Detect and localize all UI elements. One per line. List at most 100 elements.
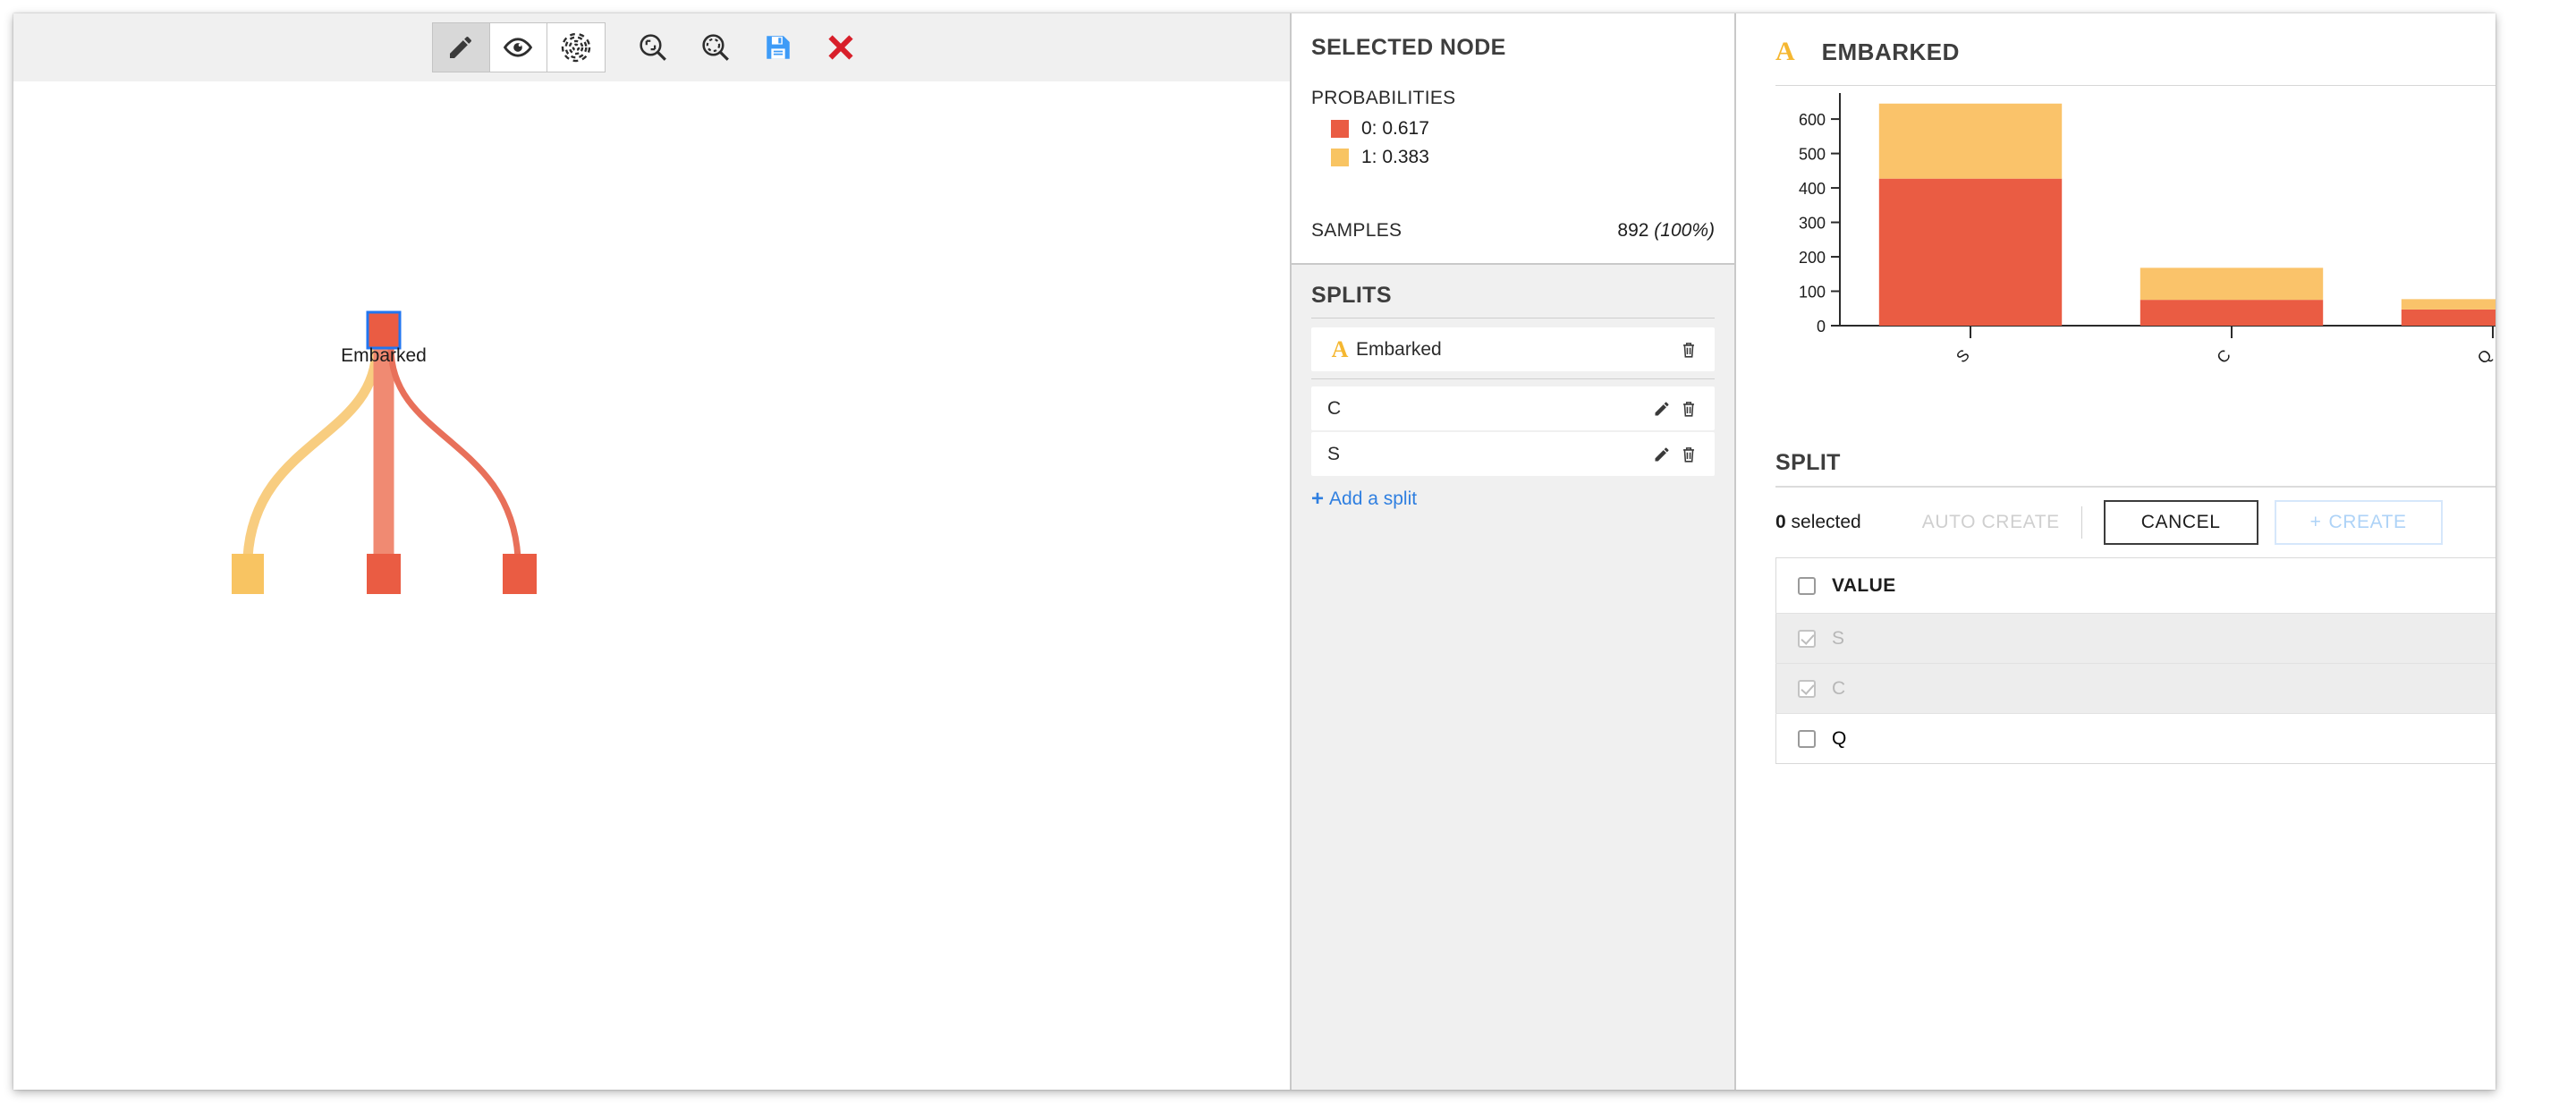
eye-icon-button[interactable] <box>489 23 547 72</box>
selected-node-panel: SELECTED NODE PROBABILITIES 0: 0.617 1: … <box>1292 13 1736 1090</box>
selected-node-summary: SELECTED NODE PROBABILITIES 0: 0.617 1: … <box>1292 13 1734 263</box>
table-row[interactable]: S 645 (72.31%) <box>1775 613 2496 664</box>
selected-count-suffix: selected <box>1785 512 1861 532</box>
table-row[interactable]: Q 77 (8.63%) <box>1775 713 2496 764</box>
bar-segment[interactable] <box>1878 103 2063 179</box>
proportion-cell: 645 (72.31%) <box>2278 614 2496 664</box>
samples-value: 892 (100%) <box>1617 220 1715 242</box>
bar-segment[interactable] <box>2401 309 2496 326</box>
split-variable-name: Embarked <box>1356 338 1442 360</box>
row-checkbox[interactable] <box>1798 629 1816 648</box>
edit-split-button[interactable] <box>1648 395 1675 422</box>
zoom-select-icon-button[interactable] <box>684 23 747 72</box>
x-tick-label: C <box>2213 346 2233 367</box>
values-header-row: VALUE PROPORTION <box>1776 558 2496 614</box>
split-action-bar: 0 selected AUTO CREATE CANCEL + CREATE <box>1775 488 2496 557</box>
value-cell: C <box>1776 664 2278 714</box>
y-tick-label: 200 <box>1799 249 1826 267</box>
tree-link-left <box>242 346 382 558</box>
selected-count-number: 0 <box>1775 512 1786 532</box>
split-section: SPLIT 0 selected AUTO CREATE CANCEL + CR… <box>1775 437 2496 764</box>
row-value: C <box>1832 677 1846 699</box>
select-all-checkbox[interactable] <box>1798 576 1816 595</box>
y-tick-label: 400 <box>1799 180 1826 198</box>
row-value: S <box>1832 627 1845 649</box>
tree-node-leaf-1[interactable] <box>232 554 264 594</box>
delete-variable-button[interactable] <box>1675 336 1702 363</box>
row-checkbox[interactable] <box>1798 729 1816 748</box>
tree-canvas[interactable]: Embarked <box>13 81 1290 1090</box>
cancel-button[interactable]: CANCEL <box>2103 500 2258 545</box>
create-button[interactable]: + CREATE <box>2274 500 2443 545</box>
create-button-label: CREATE <box>2328 512 2407 532</box>
action-divider <box>2080 506 2082 539</box>
feature-panel: A EMBARKED 0100200300400500600SCQNo valu… <box>1736 13 2496 1090</box>
tree-node-leaf-3[interactable] <box>503 554 537 594</box>
trash-icon <box>1683 401 1694 417</box>
pencil-icon-button[interactable] <box>432 23 490 72</box>
target-icon <box>561 32 590 63</box>
value-cell: S <box>1776 614 2278 664</box>
split-variable-row[interactable]: A Embarked <box>1311 327 1715 371</box>
zoom-fit-icon-button[interactable] <box>622 23 684 72</box>
split-item-name: S <box>1327 443 1341 464</box>
distribution-chart: 0100200300400500600SCQNo values <box>1775 86 2496 437</box>
table-row[interactable]: C 168 (18.83%) <box>1775 663 2496 714</box>
pencil-icon <box>1655 402 1669 415</box>
close-icon-button[interactable] <box>809 23 872 72</box>
y-tick-label: 100 <box>1799 284 1826 301</box>
proportion-cell: 168 (18.83%) <box>2278 664 2496 714</box>
y-tick-label: 600 <box>1799 111 1826 129</box>
bar-segment[interactable] <box>2140 268 2324 301</box>
samples-label: SAMPLES <box>1311 220 1402 241</box>
value-column-header: VALUE <box>1776 558 2278 614</box>
mode-button-group <box>431 22 606 72</box>
delete-split-button[interactable] <box>1675 441 1702 468</box>
split-item-name: C <box>1327 397 1342 419</box>
tree-toolbar <box>13 13 1290 81</box>
auto-create-button[interactable]: AUTO CREATE <box>1922 512 2060 533</box>
selected-node-title: SELECTED NODE <box>1311 35 1506 60</box>
probability-label-0: 0: 0.617 <box>1361 118 1429 139</box>
value-column-label: VALUE <box>1832 574 1896 596</box>
zoom-fit-icon <box>639 34 666 61</box>
bar-segment[interactable] <box>2140 300 2324 326</box>
split-panel-title: SPLIT <box>1775 450 1841 475</box>
y-tick-label: 300 <box>1799 215 1826 233</box>
close-icon <box>827 35 853 60</box>
bar-segment[interactable] <box>1878 178 2063 326</box>
edit-split-button[interactable] <box>1648 441 1675 468</box>
stacked-bar-chart: 0100200300400500600SCQNo values <box>1799 93 2496 368</box>
value-cell: Q <box>1776 714 2278 764</box>
add-split-button[interactable]: + Add a split <box>1311 487 1715 512</box>
proportion-cell: 77 (8.63%) <box>2278 714 2496 764</box>
values-table-body: S 645 (72.31%) C <box>1775 613 2496 764</box>
samples-percent: (100%) <box>1654 220 1715 241</box>
selected-count: 0 selected <box>1775 512 1861 533</box>
pencil-icon <box>450 37 471 58</box>
x-tick-label: Q <box>2474 346 2496 368</box>
delete-split-button[interactable] <box>1675 395 1702 422</box>
probabilities-label: PROBABILITIES <box>1311 88 1456 108</box>
split-item-row[interactable]: S <box>1311 432 1715 476</box>
zoom-select-icon <box>701 34 729 61</box>
split-section-header: SPLIT <box>1775 437 2496 488</box>
probability-row: 1: 0.383 <box>1331 147 1715 168</box>
save-icon-button[interactable] <box>747 23 809 72</box>
row-checkbox[interactable] <box>1798 679 1816 698</box>
proportion-column-header: PROPORTION <box>2278 558 2496 614</box>
y-tick-label: 500 <box>1799 146 1826 164</box>
splits-title: SPLITS <box>1311 283 1715 318</box>
bar-segment[interactable] <box>2401 299 2496 310</box>
split-item-row[interactable]: C <box>1311 386 1715 430</box>
trash-icon <box>1683 446 1694 463</box>
probability-label-1: 1: 0.383 <box>1361 147 1429 167</box>
feature-header: A EMBARKED <box>1736 13 2496 67</box>
target-icon-button[interactable] <box>547 23 605 72</box>
y-tick-label: 0 <box>1817 318 1826 335</box>
plus-icon: + <box>2309 512 2322 532</box>
text-variable-icon: A <box>1331 335 1349 362</box>
text-variable-icon: A <box>1775 37 1795 66</box>
tree-node-root[interactable] <box>366 310 402 350</box>
tree-node-leaf-2[interactable] <box>367 554 401 594</box>
